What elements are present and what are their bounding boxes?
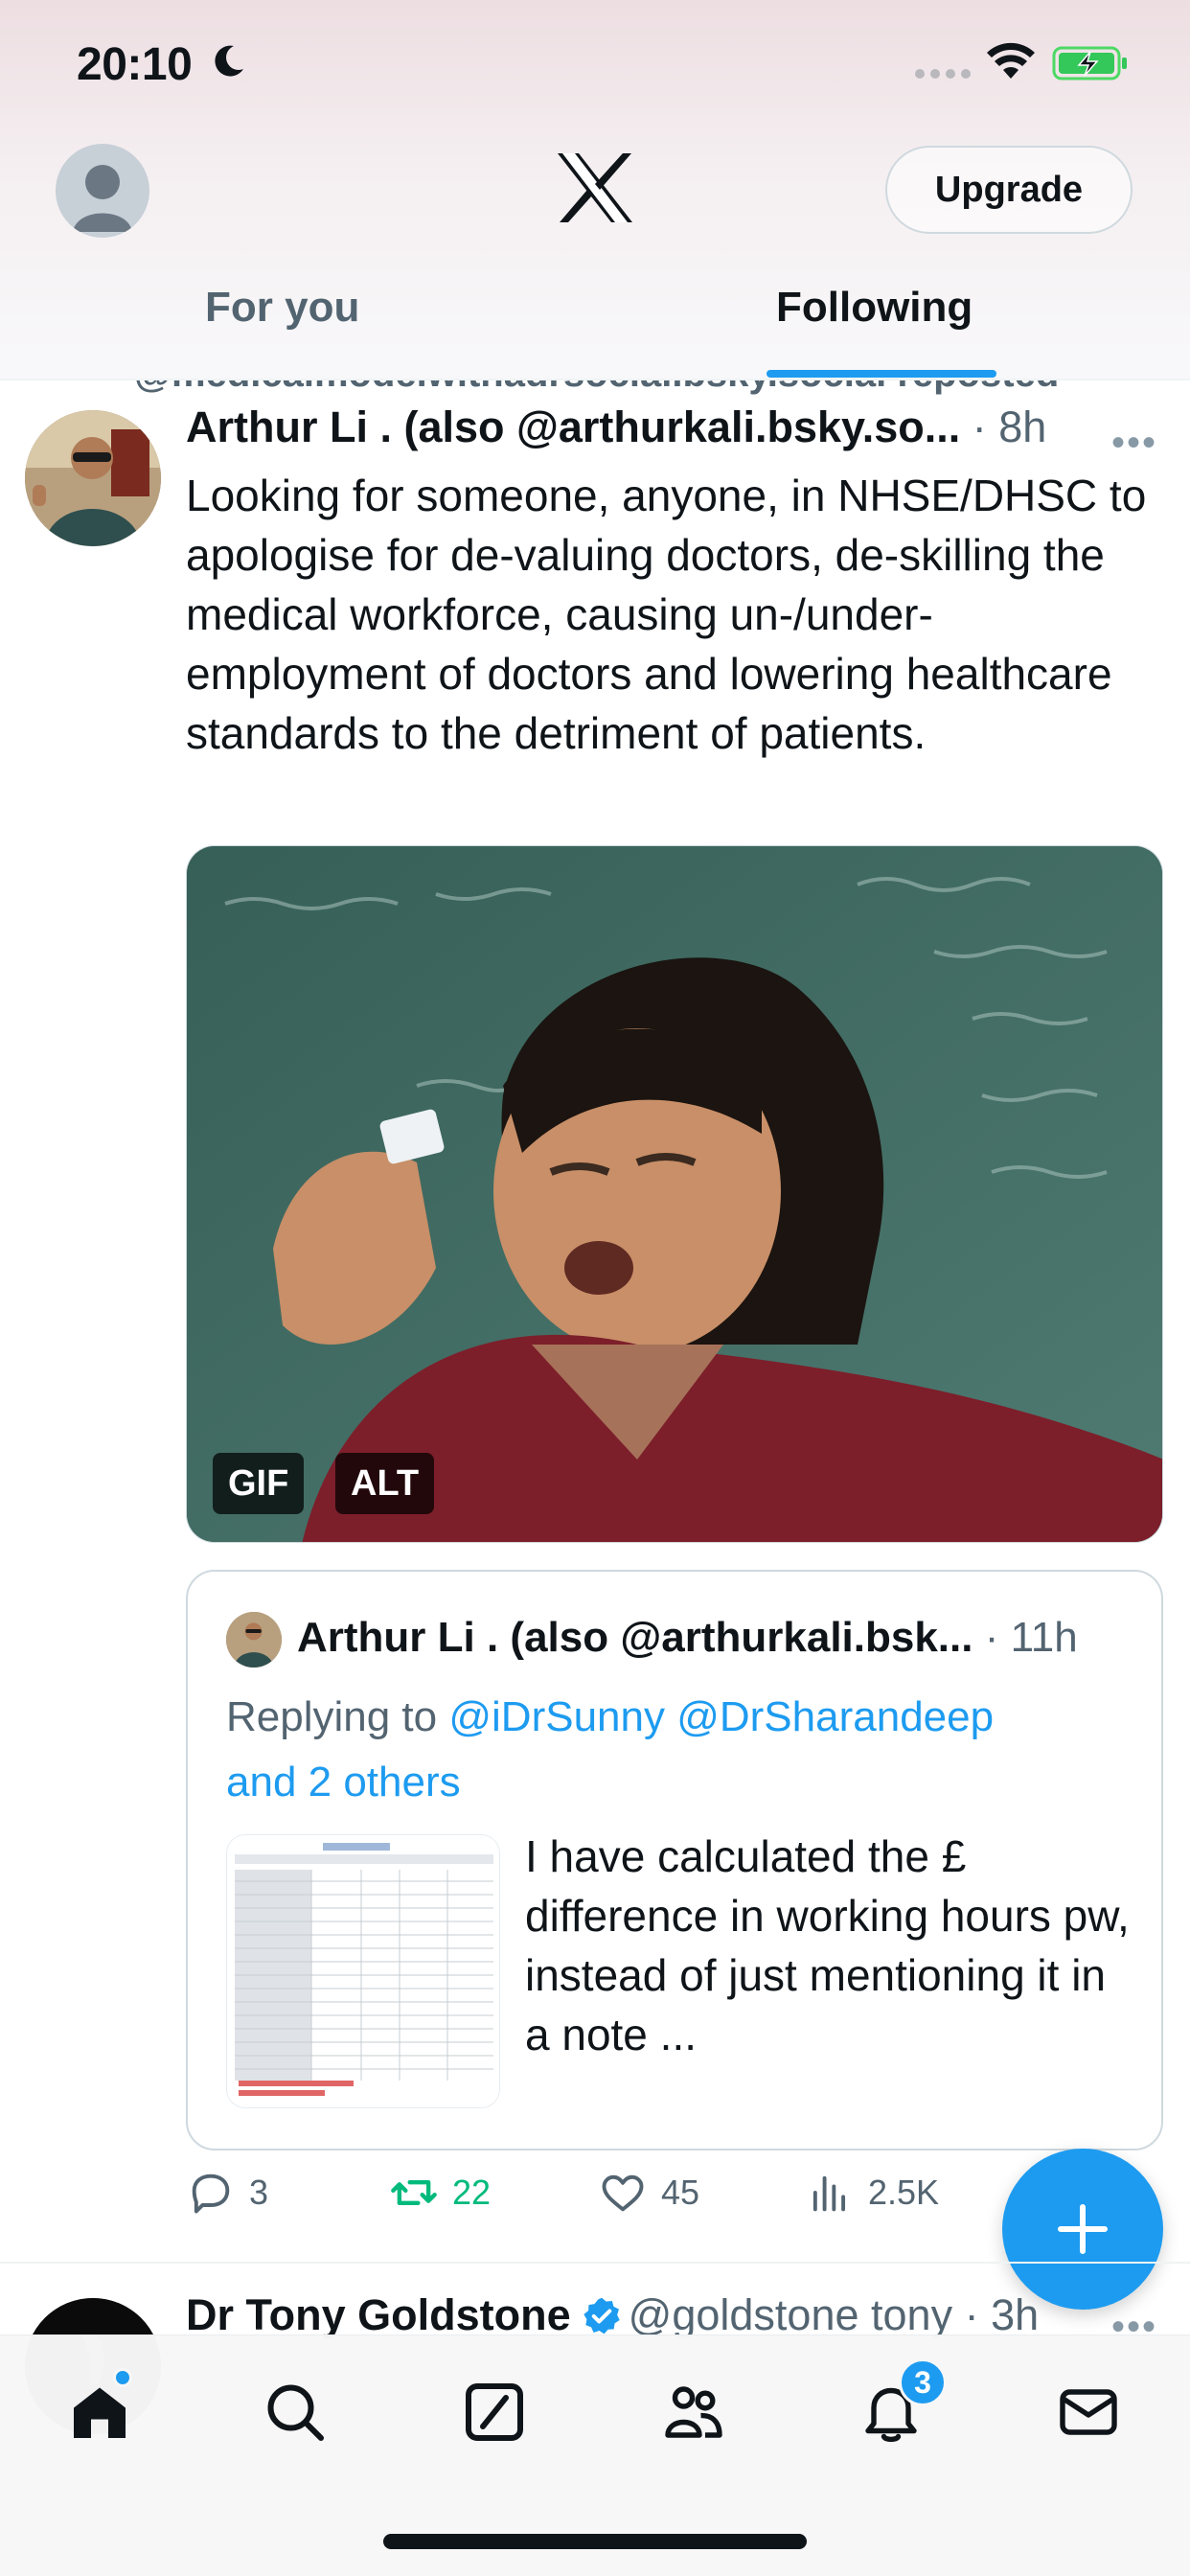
quoted-tweet-card[interactable]: Arthur Li . (also @arthurkali.bsk... · 1… bbox=[186, 1570, 1163, 2150]
heart-icon bbox=[602, 2174, 644, 2212]
second-author-handle[interactable]: @goldstone tony bbox=[629, 2290, 952, 2339]
tweet-text: Looking for someone, anyone, in NHSE/DHS… bbox=[186, 471, 1147, 758]
author-name[interactable]: Arthur Li . (also @arthurkali.bsky.so... bbox=[186, 402, 960, 451]
home-indicator bbox=[383, 2534, 807, 2549]
gif-frame bbox=[187, 846, 1162, 1542]
quoted-tweet-text: I have calculated the £ difference in wo… bbox=[525, 1831, 1130, 2059]
header-divider bbox=[0, 379, 1190, 380]
profile-avatar-button[interactable] bbox=[56, 144, 149, 238]
avatar-photo bbox=[25, 410, 161, 546]
compose-post-button[interactable] bbox=[1002, 2149, 1163, 2310]
tweet-actions: 3 22 45 2.5K bbox=[186, 2168, 1048, 2225]
quoted-time-sep: · bbox=[973, 1614, 1011, 1661]
moon-icon bbox=[215, 45, 243, 77]
author-avatar[interactable] bbox=[25, 410, 161, 546]
alt-text-badge[interactable]: ALT bbox=[335, 1453, 435, 1514]
grok-icon[interactable] bbox=[460, 2378, 529, 2447]
active-tab-indicator bbox=[767, 370, 996, 378]
second-time-sep: · bbox=[952, 2290, 992, 2339]
quoted-tweet-header: Arthur Li . (also @arthurkali.bsk... · 1… bbox=[297, 1614, 1078, 1662]
quoted-spreadsheet-thumbnail[interactable] bbox=[226, 1834, 500, 2108]
replying-to-prefix: Replying to bbox=[226, 1693, 449, 1740]
battery-icon bbox=[1052, 46, 1127, 80]
second-tweet-time[interactable]: 3h bbox=[991, 2290, 1039, 2339]
tweet-gif-media[interactable] bbox=[186, 845, 1163, 1543]
replying-to-line: Replying to @iDrSunny @DrSharandeep and … bbox=[226, 1685, 1088, 1815]
repost-button[interactable]: 22 bbox=[389, 2168, 491, 2218]
replying-to-handles[interactable]: @iDrSunny @DrSharandeep bbox=[448, 1693, 994, 1740]
repost-icon bbox=[391, 2180, 437, 2205]
like-count: 45 bbox=[661, 2173, 700, 2212]
spreadsheet-preview bbox=[227, 1835, 499, 2107]
reply-icon bbox=[192, 2174, 230, 2214]
communities-icon[interactable] bbox=[659, 2378, 728, 2447]
tweet-header: Arthur Li . (also @arthurkali.bsky.so...… bbox=[186, 402, 1144, 452]
user-placeholder-icon bbox=[73, 165, 132, 232]
quoted-author-name: Arthur Li . (also @arthurkali.bsk... bbox=[297, 1614, 973, 1661]
notifications-count-badge: 3 bbox=[899, 2358, 947, 2406]
tab-for-you[interactable]: For you bbox=[205, 284, 359, 332]
second-tweet-header: Dr Tony Goldstone @goldstone tony · 3h bbox=[186, 2290, 1039, 2340]
reply-button[interactable]: 3 bbox=[186, 2168, 268, 2218]
analytics-icon bbox=[812, 2175, 846, 2212]
mail-icon[interactable] bbox=[1054, 2378, 1123, 2447]
home-unread-dot bbox=[113, 2368, 132, 2387]
quoted-tweet-time: 11h bbox=[1010, 1614, 1078, 1661]
repost-count: 22 bbox=[452, 2173, 492, 2212]
feed-divider bbox=[0, 2262, 1190, 2264]
upgrade-button[interactable]: Upgrade bbox=[885, 146, 1133, 234]
gif-badge: GIF bbox=[213, 1453, 305, 1514]
second-author-name[interactable]: Dr Tony Goldstone bbox=[186, 2290, 571, 2339]
plus-icon bbox=[1058, 2204, 1108, 2254]
view-count: 2.5K bbox=[868, 2173, 940, 2212]
x-logo-icon bbox=[558, 153, 632, 222]
tweet-time[interactable]: 8h bbox=[998, 402, 1046, 451]
home-icon[interactable] bbox=[65, 2378, 134, 2447]
quoted-author-avatar bbox=[226, 1612, 282, 1668]
tab-following[interactable]: Following bbox=[776, 284, 973, 332]
wifi-icon bbox=[987, 42, 1035, 79]
status-time: 20:10 bbox=[77, 39, 193, 90]
avatar-photo-small bbox=[226, 1612, 282, 1668]
views-button[interactable]: 2.5K bbox=[805, 2168, 939, 2218]
like-button[interactable]: 45 bbox=[598, 2168, 699, 2218]
signal-icon bbox=[915, 69, 971, 79]
search-icon[interactable] bbox=[261, 2378, 330, 2447]
verified-badge-icon bbox=[583, 2297, 620, 2334]
tweet-time-sep: · bbox=[960, 402, 999, 451]
replying-to-others[interactable]: and 2 others bbox=[226, 1759, 461, 1806]
more-options-icon[interactable]: ••• bbox=[1111, 422, 1157, 465]
reply-count: 3 bbox=[249, 2173, 269, 2212]
